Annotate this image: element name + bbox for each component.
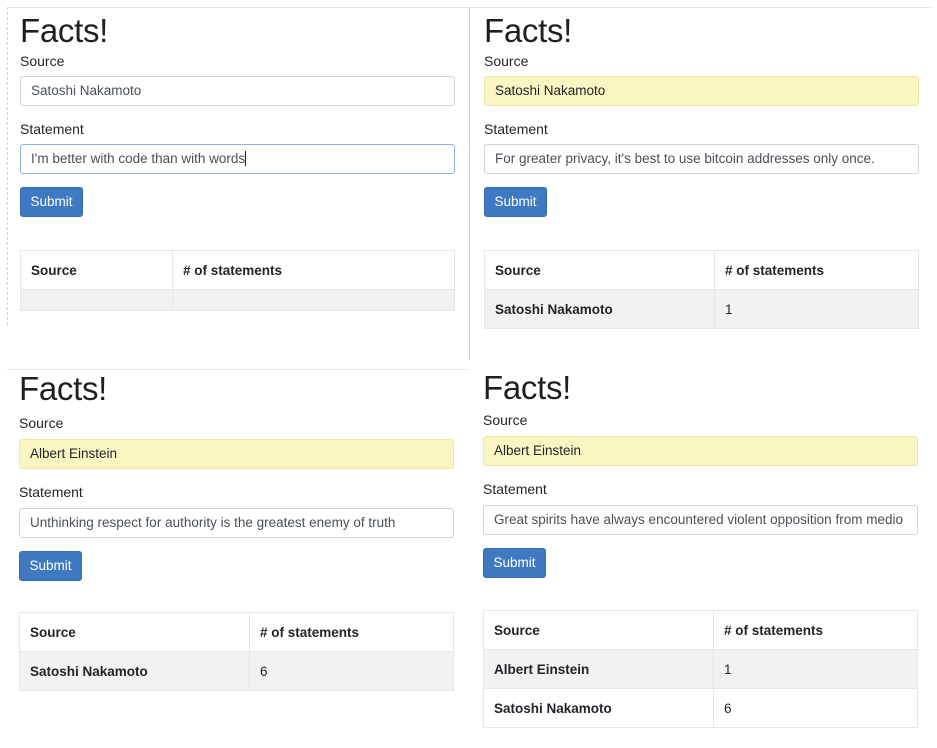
- table-header-row: Source # of statements: [483, 610, 918, 650]
- statements-table: Source # of statements Albert Einstein 1…: [483, 610, 918, 728]
- column-header-count[interactable]: # of statements: [713, 610, 918, 650]
- count-cell: 6: [713, 688, 918, 728]
- statement-label: Statement: [484, 121, 548, 137]
- statement-label: Statement: [19, 484, 83, 500]
- table-row: Satoshi Nakamoto 1: [484, 289, 919, 329]
- source-input-value: Satoshi Nakamoto: [495, 83, 606, 98]
- text-cursor: [245, 151, 247, 166]
- count-cell: 6: [249, 651, 454, 691]
- statement-label: Statement: [483, 481, 547, 497]
- submit-button[interactable]: Submit: [20, 187, 83, 217]
- facts-panel-top-right: Facts! Source Satoshi Nakamoto Statement…: [469, 7, 932, 360]
- count-cell: 1: [713, 649, 918, 689]
- page-title: Facts!: [19, 370, 108, 407]
- source-input-value: Albert Einstein: [30, 446, 118, 461]
- screenshot-collage: Facts! Source Satoshi Nakamoto Statement…: [0, 0, 937, 748]
- source-input[interactable]: Albert Einstein: [483, 436, 918, 466]
- statements-table: Source # of statements: [20, 250, 455, 311]
- statement-input-value: I'm better with code than with words: [31, 151, 246, 166]
- page-title: Facts!: [20, 12, 109, 49]
- table-row-empty: [20, 289, 455, 311]
- source-input[interactable]: Satoshi Nakamoto: [20, 76, 455, 106]
- statement-input-value: Unthinking respect for authority is the …: [30, 515, 396, 530]
- statement-input[interactable]: I'm better with code than with words: [20, 144, 455, 174]
- table-header-row: Source # of statements: [20, 250, 455, 290]
- source-cell: Albert Einstein: [483, 649, 714, 689]
- statements-table: Source # of statements Satoshi Nakamoto …: [484, 250, 919, 329]
- source-label: Source: [484, 53, 529, 69]
- source-input-value: Satoshi Nakamoto: [31, 83, 142, 98]
- source-label: Source: [483, 412, 528, 428]
- statements-table: Source # of statements Satoshi Nakamoto …: [19, 612, 454, 691]
- column-header-source[interactable]: Source: [20, 250, 173, 290]
- source-input-value: Albert Einstein: [494, 443, 582, 458]
- table-header-row: Source # of statements: [19, 612, 454, 652]
- source-label: Source: [19, 415, 64, 431]
- facts-panel-top-left: Facts! Source Satoshi Nakamoto Statement…: [7, 7, 468, 325]
- source-cell: Satoshi Nakamoto: [483, 688, 714, 728]
- page-title: Facts!: [484, 12, 573, 49]
- column-header-count[interactable]: # of statements: [714, 250, 919, 290]
- table-cell: [172, 289, 455, 311]
- column-header-count[interactable]: # of statements: [249, 612, 454, 652]
- column-header-source[interactable]: Source: [484, 250, 715, 290]
- table-header-row: Source # of statements: [484, 250, 919, 290]
- statement-input-value: Great spirits have always encountered vi…: [494, 512, 903, 527]
- statement-input[interactable]: For greater privacy, it's best to use bi…: [484, 144, 919, 174]
- source-cell: Satoshi Nakamoto: [484, 289, 715, 329]
- submit-button[interactable]: Submit: [484, 187, 547, 217]
- source-input[interactable]: Albert Einstein: [19, 439, 454, 469]
- page-title: Facts!: [483, 369, 572, 406]
- source-input[interactable]: Satoshi Nakamoto: [484, 76, 919, 106]
- column-header-source[interactable]: Source: [19, 612, 250, 652]
- count-cell: 1: [714, 289, 919, 329]
- statement-label: Statement: [20, 121, 84, 137]
- source-label: Source: [20, 53, 65, 69]
- source-cell: Satoshi Nakamoto: [19, 651, 250, 691]
- table-row: Albert Einstein 1: [483, 649, 918, 689]
- statement-input[interactable]: Great spirits have always encountered vi…: [483, 505, 918, 535]
- statement-input-value: For greater privacy, it's best to use bi…: [495, 151, 875, 166]
- column-header-source[interactable]: Source: [483, 610, 714, 650]
- table-cell: [20, 289, 173, 311]
- submit-button[interactable]: Submit: [19, 551, 82, 581]
- table-row: Satoshi Nakamoto 6: [483, 688, 918, 728]
- facts-panel-bottom-right: Facts! Source Albert Einstein Statement …: [469, 369, 932, 741]
- facts-panel-bottom-left: Facts! Source Albert Einstein Statement …: [7, 369, 468, 695]
- submit-button[interactable]: Submit: [483, 548, 546, 578]
- column-header-count[interactable]: # of statements: [172, 250, 455, 290]
- statement-input[interactable]: Unthinking respect for authority is the …: [19, 508, 454, 538]
- table-row: Satoshi Nakamoto 6: [19, 651, 454, 691]
